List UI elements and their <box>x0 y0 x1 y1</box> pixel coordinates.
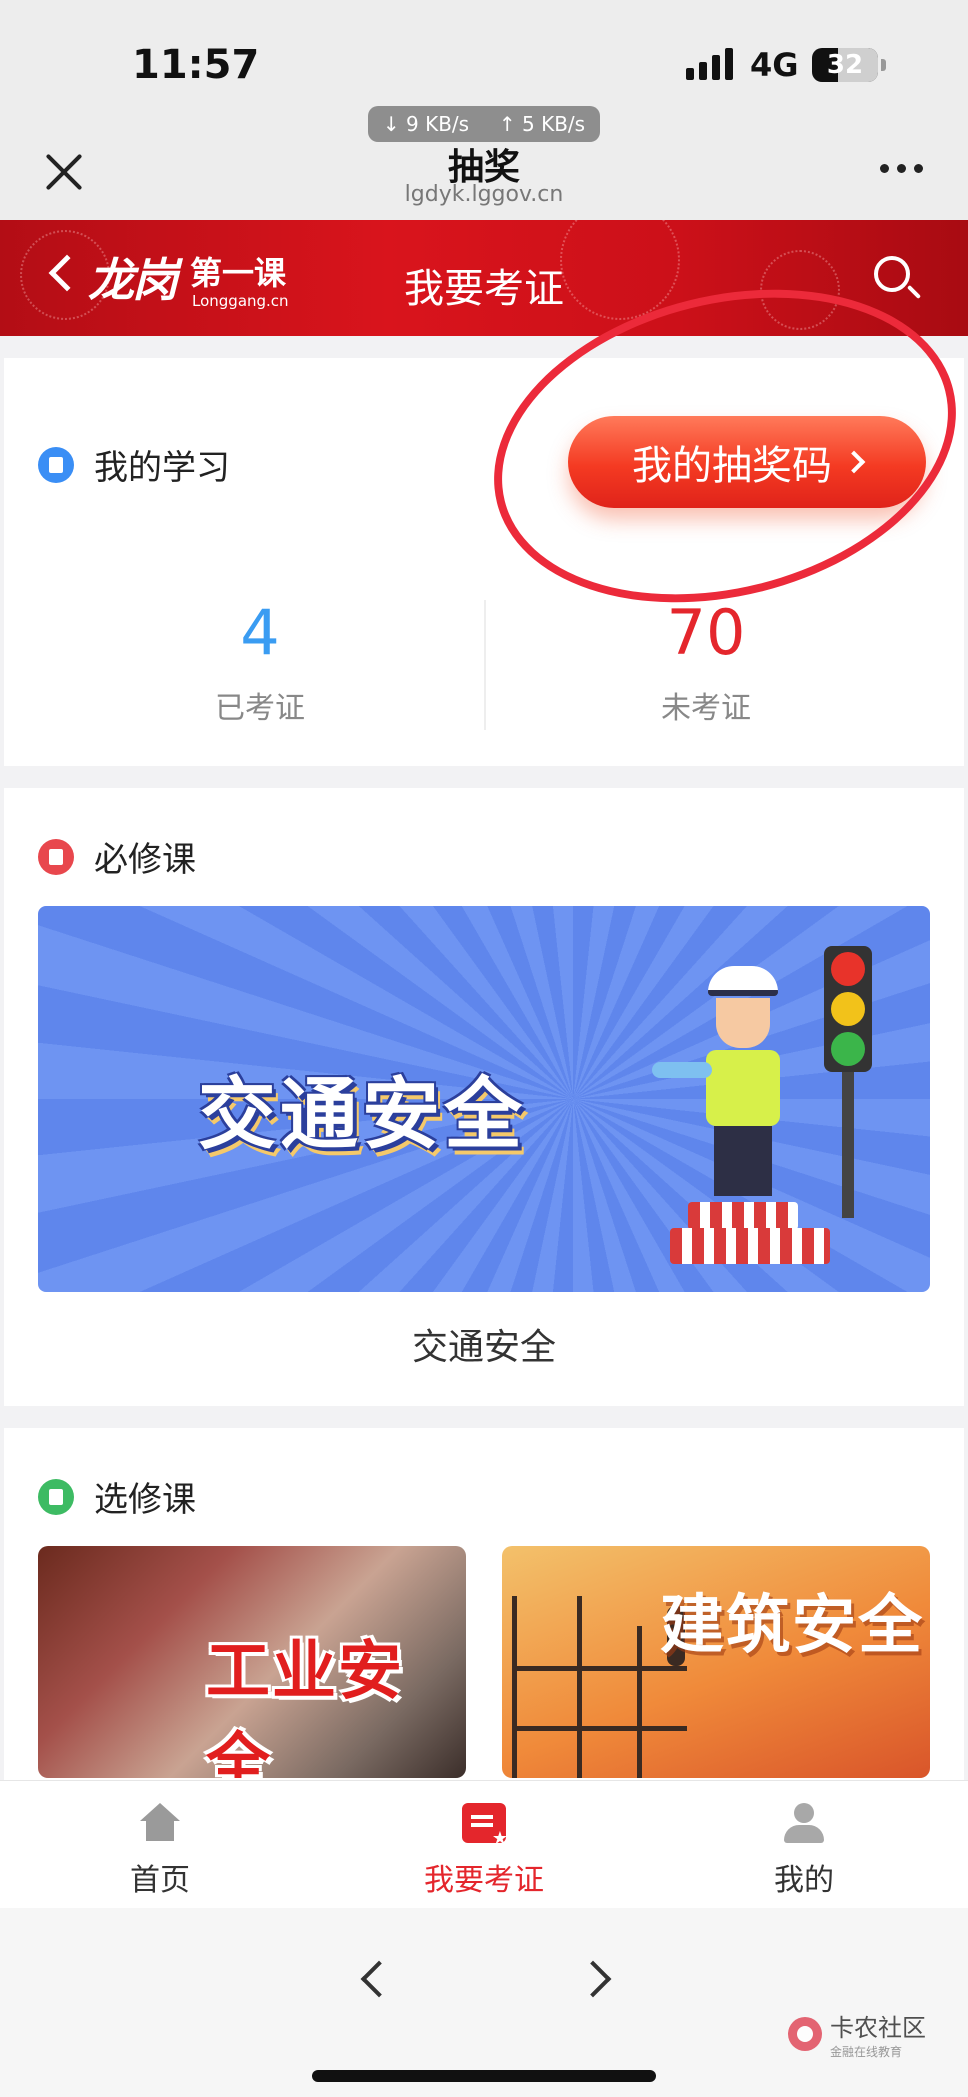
traffic-safety-banner[interactable]: 交通安全 <box>38 906 930 1292</box>
stat-not-certified[interactable]: 70 未考证 <box>466 596 946 727</box>
search-icon[interactable] <box>874 256 910 292</box>
download-speed: ↓ 9 KB/s <box>382 112 470 136</box>
tab-label: 我的 <box>774 1863 834 1898</box>
book-icon <box>38 1478 74 1515</box>
home-icon <box>138 1803 182 1843</box>
page-url: lgdyk.lggov.cn <box>404 182 564 207</box>
course-label: 工业安全 <box>206 1635 404 1778</box>
my-study-header: 我的学习 <box>38 440 230 489</box>
course-label: 建筑安全 <box>660 1589 924 1663</box>
user-icon <box>782 1803 826 1843</box>
watermark-tagline: 金融在线教育 <box>830 2045 903 2059</box>
stat-label: 未考证 <box>661 691 751 726</box>
traffic-light-pole <box>842 1072 854 1218</box>
traffic-police-illustration <box>652 966 830 1266</box>
watermark-name: 卡农社区 <box>830 2014 926 2042</box>
more-icon[interactable] <box>880 164 923 173</box>
elective-header: 选修课 <box>38 1472 196 1521</box>
study-icon <box>38 446 74 483</box>
industrial-safety-course[interactable]: 工业安全 <box>38 1546 466 1778</box>
course-caption[interactable]: 交通安全 <box>0 1318 968 1370</box>
watermark-logo-icon <box>788 2017 822 2051</box>
construction-safety-course[interactable]: 建筑安全 <box>502 1546 930 1778</box>
tab-get-certified[interactable]: 我要考证 <box>384 1803 584 1899</box>
tab-home[interactable]: 首页 <box>60 1803 260 1899</box>
required-title: 必修课 <box>94 840 196 880</box>
tab-mine[interactable]: 我的 <box>704 1803 904 1899</box>
signal-icon <box>686 48 733 80</box>
upload-speed: ↑ 5 KB/s <box>498 112 586 136</box>
battery-icon: 32 <box>812 48 886 82</box>
network-speed-badge: ↓ 9 KB/s ↑ 5 KB/s <box>368 106 600 142</box>
tab-label: 首页 <box>130 1863 190 1898</box>
stat-value: 4 <box>240 596 280 669</box>
traffic-light-icon <box>824 946 872 1072</box>
stat-label: 已考证 <box>215 691 305 726</box>
banner-title: 交通安全 <box>198 1070 527 1160</box>
tab-label: 我要考证 <box>424 1863 544 1898</box>
watermark: 卡农社区 金融在线教育 <box>788 2008 926 2060</box>
required-course-icon <box>38 838 74 875</box>
browser-toolbar: 卡农社区 金融在线教育 <box>0 1908 968 2097</box>
required-header: 必修课 <box>38 832 196 881</box>
status-time: 11:57 <box>132 42 260 88</box>
home-indicator[interactable] <box>312 2070 656 2082</box>
battery-level: 32 <box>826 50 864 80</box>
my-study-title: 我的学习 <box>94 448 230 488</box>
stat-certified[interactable]: 4 已考证 <box>20 596 500 727</box>
elective-title: 选修课 <box>94 1480 196 1520</box>
network-type: 4G <box>750 46 799 84</box>
status-bar: 11:57 4G 32 <box>0 0 968 110</box>
browser-forward-icon[interactable] <box>574 1960 612 1998</box>
tab-bar: 首页 我要考证 我的 <box>0 1780 968 1908</box>
stat-value: 70 <box>666 596 746 669</box>
browser-back-icon[interactable] <box>360 1960 398 1998</box>
certificate-icon <box>462 1803 508 1849</box>
